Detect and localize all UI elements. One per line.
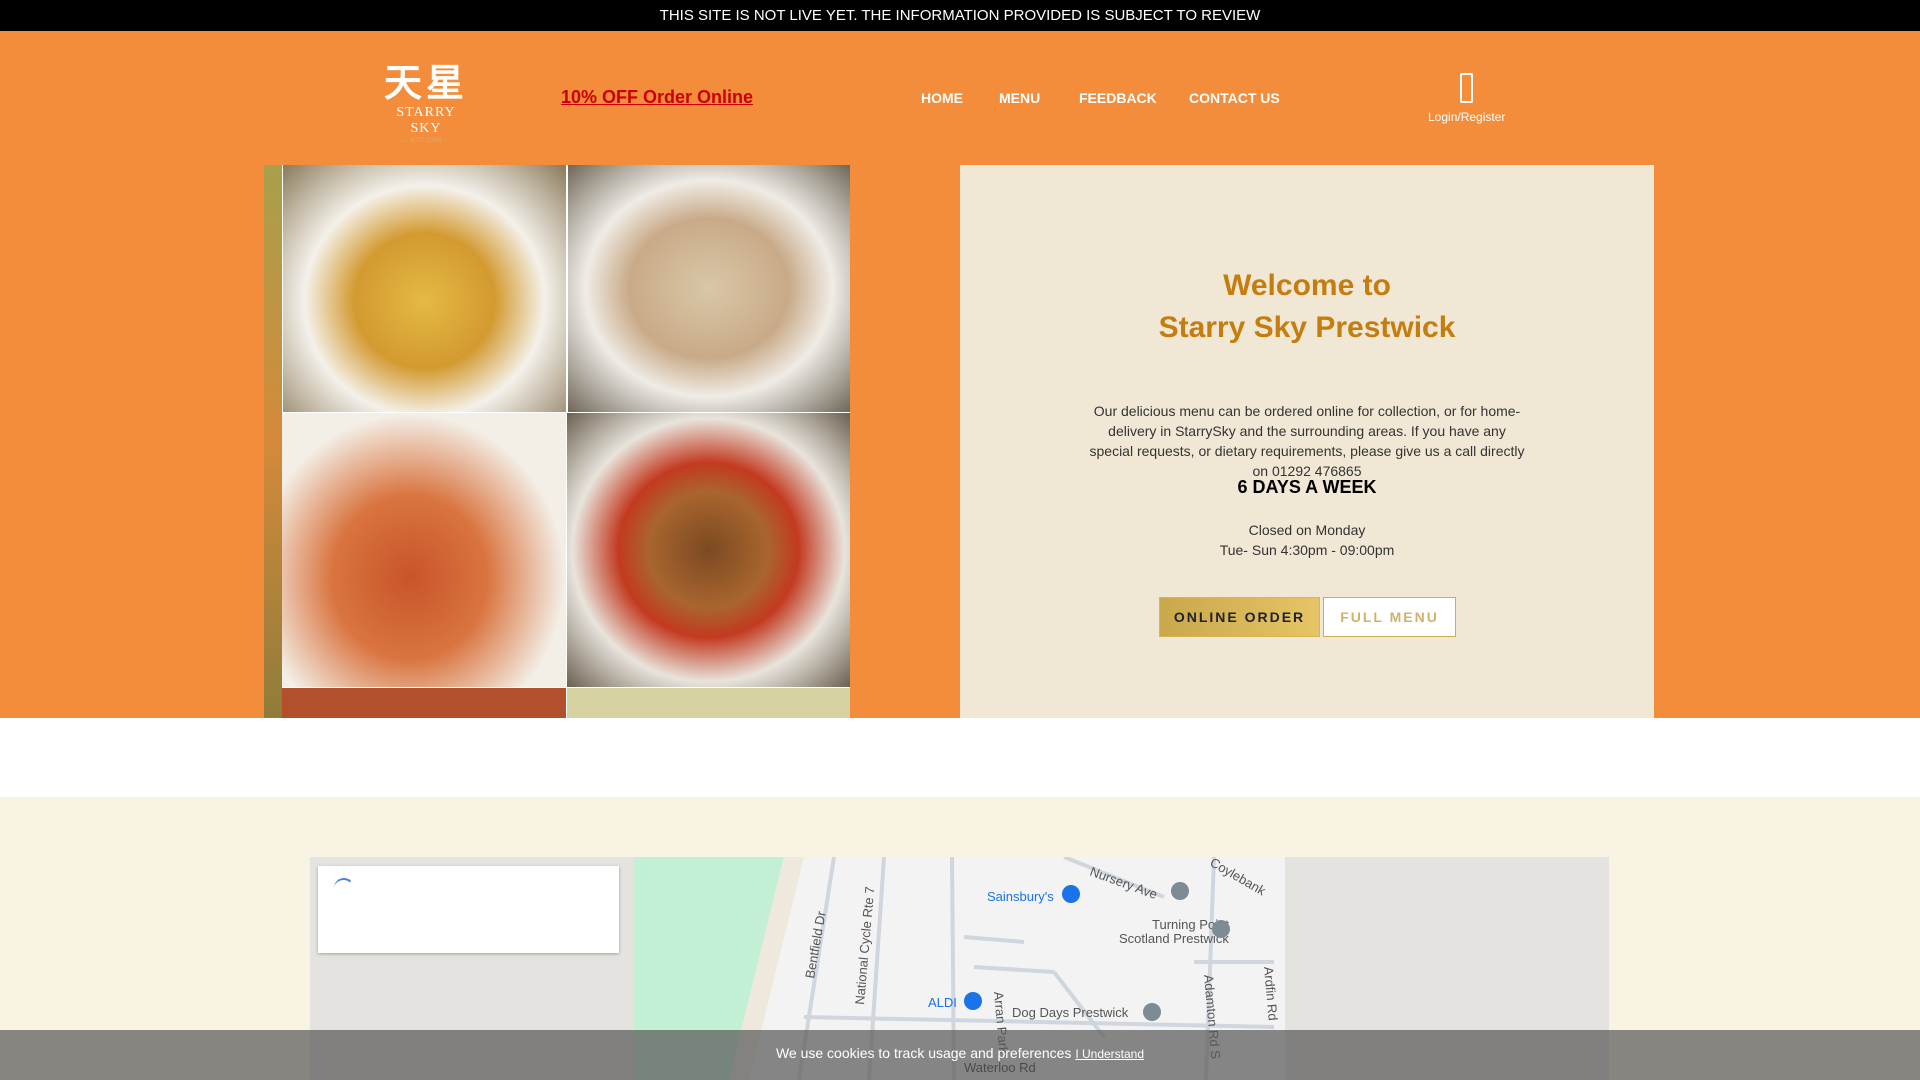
full-menu-button[interactable]: FULL MENU bbox=[1323, 597, 1456, 637]
promo-link[interactable]: 10% OFF Order Online bbox=[561, 87, 753, 108]
place-pin-icon[interactable] bbox=[1212, 920, 1230, 938]
cookie-accept-link[interactable]: I Understand bbox=[1075, 1047, 1144, 1061]
nav-feedback[interactable]: FEEDBACK bbox=[1079, 90, 1157, 106]
logo-english: STARRY SKY bbox=[396, 105, 456, 136]
map-label: Scotland Prestwick bbox=[1119, 931, 1229, 946]
fried-rice-photo bbox=[568, 165, 850, 412]
food-photo-collage bbox=[264, 165, 850, 718]
satay-photo bbox=[282, 413, 566, 687]
map-tile[interactable]: Nursery Ave Coylebank Sainsbury's Turnin… bbox=[634, 857, 1285, 1080]
noodles-photo bbox=[283, 165, 566, 412]
nav-home[interactable]: HOME bbox=[921, 90, 963, 106]
shopping-cart-pin-icon[interactable] bbox=[964, 992, 982, 1010]
welcome-panel: Welcome to Starry Sky Prestwick Our delic… bbox=[960, 165, 1654, 718]
user-icon[interactable] bbox=[1460, 73, 1473, 103]
logo-sub: — EST 1998 — bbox=[401, 137, 451, 144]
map[interactable]: Nursery Ave Coylebank Sainsbury's Turnin… bbox=[310, 857, 1609, 1080]
map-info-card bbox=[318, 866, 619, 953]
map-label: ALDI bbox=[928, 995, 957, 1010]
header: 天星 STARRY SKY — EST 1998 — 10% OFF Order… bbox=[0, 31, 1920, 718]
place-pin-icon[interactable] bbox=[1143, 1003, 1161, 1021]
nav-contact-us[interactable]: CONTACT US bbox=[1189, 90, 1280, 106]
chicken-peppers-photo bbox=[567, 413, 850, 687]
spacer-band bbox=[0, 718, 1920, 797]
login-register-link[interactable]: Login/Register bbox=[1428, 110, 1505, 124]
map-label: Waterloo Rd bbox=[964, 1060, 1036, 1075]
site-notice-banner: THIS SITE IS NOT LIVE YET. THE INFORMATI… bbox=[0, 0, 1920, 31]
online-order-button[interactable]: ONLINE ORDER bbox=[1159, 597, 1320, 637]
map-label: Dog Days Prestwick bbox=[1012, 1005, 1129, 1020]
welcome-description: Our delicious menu can be ordered online… bbox=[1089, 403, 1525, 479]
days-heading: 6 DAYS A WEEK bbox=[1237, 477, 1377, 497]
logo[interactable]: 天星 STARRY SKY — EST 1998 — bbox=[380, 61, 472, 144]
nav-menu[interactable]: MENU bbox=[999, 90, 1040, 106]
shopping-cart-pin-icon[interactable] bbox=[1062, 885, 1080, 903]
school-pin-icon[interactable] bbox=[1171, 882, 1189, 900]
map-label: Sainsbury's bbox=[987, 889, 1054, 904]
loading-spinner-icon bbox=[334, 878, 354, 898]
opening-hours: Closed on Monday Tue- Sun 4:30pm - 09:00p… bbox=[1219, 522, 1395, 558]
logo-chinese: 天星 bbox=[383, 61, 468, 105]
welcome-heading: Welcome to Starry Sky Prestwick bbox=[1158, 269, 1456, 344]
